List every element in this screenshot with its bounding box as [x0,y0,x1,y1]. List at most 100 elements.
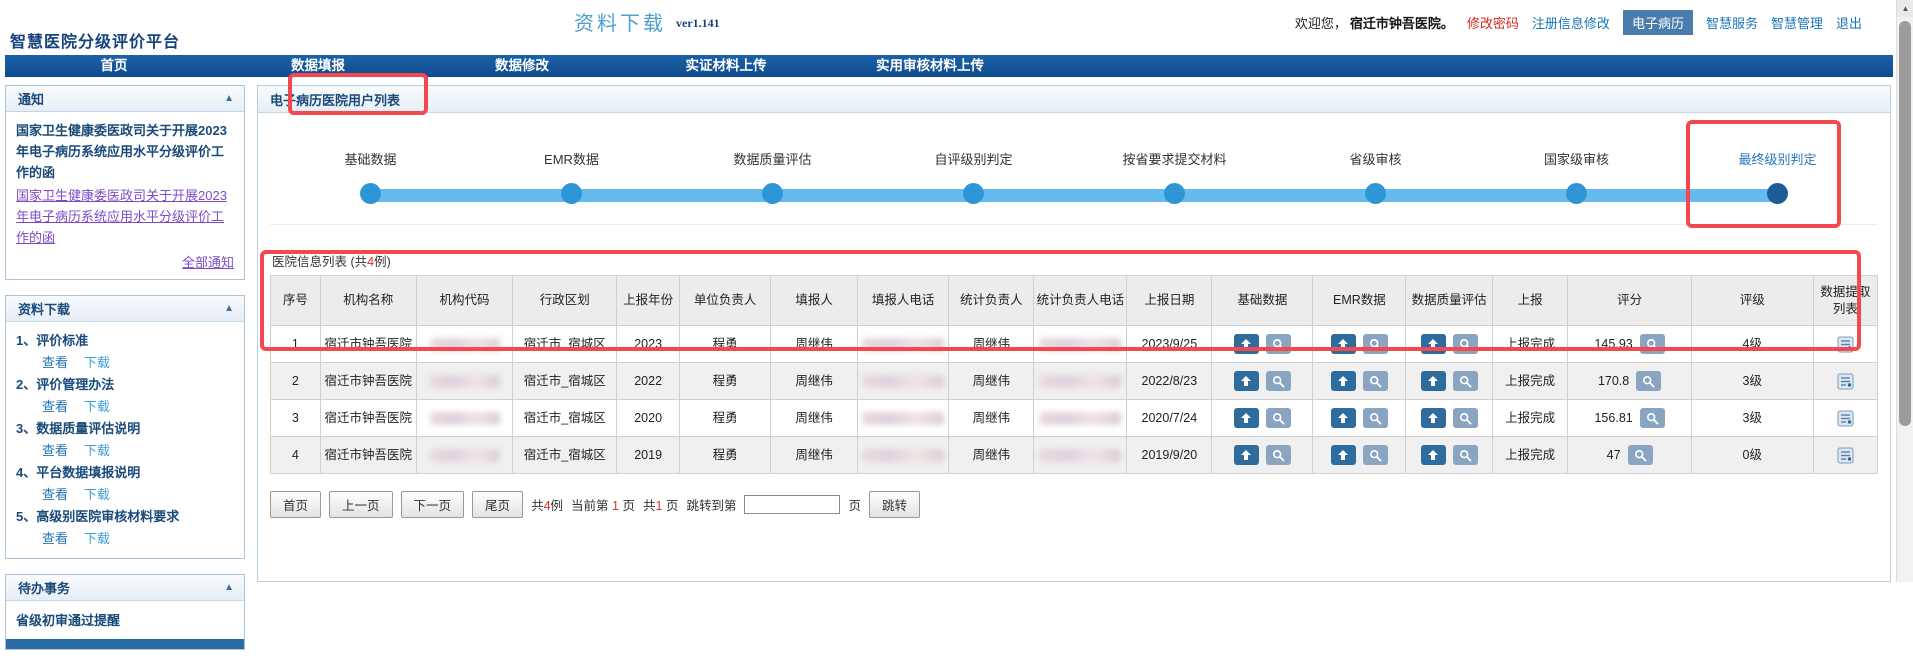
prev-page-button[interactable]: 上一页 [329,491,393,518]
step-7[interactable]: 最终级别判定 [1677,149,1878,224]
view-button[interactable] [1363,334,1388,354]
view-button[interactable] [1266,445,1291,465]
column-header: 上报年份 [617,276,680,326]
todo-panel-header[interactable]: 待办事务 ▲ [6,575,244,601]
download-link[interactable]: 下载 [84,355,110,370]
next-page-button[interactable]: 下一页 [401,491,465,518]
header-link-0[interactable]: 修改密码 [1467,13,1519,32]
cell-quality-eval [1406,326,1493,363]
hospital-table: 序号机构名称机构代码行政区划上报年份单位负责人填报人填报人电话统计负责人统计负责… [270,275,1878,474]
data-extract-icon[interactable] [1837,336,1854,353]
view-link[interactable]: 查看 [42,443,68,458]
upload-button[interactable] [1331,445,1356,465]
nav-bar: 首页数据填报数据修改实证材料上传实用审核材料上传 [5,55,1893,77]
nav-item-1[interactable]: 数据填报 [216,55,420,77]
nav-item-4[interactable]: 实用审核材料上传 [828,55,1032,77]
last-page-button[interactable]: 尾页 [472,491,523,518]
jump-page-input[interactable] [744,495,840,514]
report-icon [1837,447,1854,464]
all-notices-link[interactable]: 全部通知 [182,255,234,270]
nav-item-0[interactable]: 首页 [12,55,216,77]
column-header: 上报日期 [1127,276,1212,326]
data-extract-icon[interactable] [1837,447,1854,464]
magnifier-icon [1459,449,1472,462]
score-view-button[interactable] [1640,334,1665,354]
collapse-caret-icon[interactable]: ▲ [224,93,234,104]
welcome-text: 欢迎您， [1295,13,1347,32]
scroll-up-arrow-icon[interactable]: ▲ [1897,0,1913,17]
first-page-button[interactable]: 首页 [270,491,321,518]
cell-year: 2023 [617,326,680,363]
main-panel-header: 电子病历医院用户列表 [258,86,1890,113]
upload-button[interactable] [1331,371,1356,391]
header-link-5[interactable]: 退出 [1836,13,1862,32]
table-row: 1 宿迁市钟吾医院 宿迁市_宿城区 2023 程勇 周继伟 周继伟 2023/9… [271,326,1878,363]
upload-arrow-icon [1240,375,1252,387]
download-panel-header[interactable]: 资料下载 ▲ [6,296,244,322]
view-link[interactable]: 查看 [42,487,68,502]
view-link[interactable]: 查看 [42,399,68,414]
total-pages-text: 共1 页 [643,495,678,514]
view-button[interactable] [1453,445,1478,465]
upload-button[interactable] [1421,334,1446,354]
upload-button[interactable] [1331,408,1356,428]
nav-item-3[interactable]: 实证材料上传 [624,55,828,77]
cell-reporter-phone [857,363,948,400]
upload-button[interactable] [1234,334,1259,354]
table-row: 2 宿迁市钟吾医院 宿迁市_宿城区 2022 程勇 周继伟 周继伟 2022/8… [271,363,1878,400]
header-link-4[interactable]: 智慧管理 [1771,13,1823,32]
header-link-2[interactable]: 电子病历 [1623,10,1693,35]
main-panel: 电子病历医院用户列表 基础数据 EMR数据 数据质量评估 自评级别判定 按省要求… [257,85,1891,582]
download-link[interactable]: 下载 [84,399,110,414]
vertical-scrollbar[interactable]: ▲ [1896,0,1913,582]
upload-button[interactable] [1331,334,1356,354]
upload-button[interactable] [1421,445,1446,465]
column-header: 单位负责人 [679,276,770,326]
scrollbar-thumb[interactable] [1899,21,1911,426]
view-button[interactable] [1453,334,1478,354]
score-view-button[interactable] [1640,408,1665,428]
score-view-button[interactable] [1636,371,1661,391]
notice-panel-header[interactable]: 通知 ▲ [6,86,244,112]
download-link[interactable]: 下载 [84,443,110,458]
data-extract-icon[interactable] [1837,373,1854,390]
view-button[interactable] [1453,408,1478,428]
score-view-button[interactable] [1628,445,1653,465]
download-link[interactable]: 下载 [84,531,110,546]
nav-item-2[interactable]: 数据修改 [420,55,624,77]
collapse-caret-icon[interactable]: ▲ [224,582,234,593]
upload-button[interactable] [1234,408,1259,428]
view-button[interactable] [1453,371,1478,391]
collapse-caret-icon[interactable]: ▲ [224,303,234,314]
cell-score: 47 [1568,437,1691,474]
view-button[interactable] [1363,371,1388,391]
view-button[interactable] [1266,408,1291,428]
view-button[interactable] [1266,334,1291,354]
data-extract-icon[interactable] [1837,410,1854,427]
header-link-3[interactable]: 智慧服务 [1706,13,1758,32]
download-panel: 资料下载 ▲ 1、评价标准 查看下载 2、评价管理办法 查看下载 3、数据质量评… [5,295,245,559]
view-link[interactable]: 查看 [42,355,68,370]
upload-button[interactable] [1421,408,1446,428]
column-header: 统计负责人电话 [1034,276,1127,326]
header-link-1[interactable]: 注册信息修改 [1532,13,1610,32]
jump-button[interactable]: 跳转 [869,491,920,518]
todo-panel-title: 待办事务 [18,578,70,597]
todo-item[interactable]: 省级初审通过提醒 [16,609,234,631]
cell-org-code [416,400,512,437]
upload-button[interactable] [1234,445,1259,465]
download-link[interactable]: 下载 [84,487,110,502]
cell-basic-data [1212,363,1313,400]
view-button[interactable] [1266,371,1291,391]
magnifier-icon [1459,412,1472,425]
upload-button[interactable] [1234,371,1259,391]
upload-arrow-icon [1337,449,1349,461]
view-button[interactable] [1363,408,1388,428]
column-header: 基础数据 [1212,276,1313,326]
cell-org-code [416,326,512,363]
notice-link[interactable]: 国家卫生健康委医政司关于开展2023年电子病历系统应用水平分级评价工作的函 [16,185,234,248]
view-link[interactable]: 查看 [42,531,68,546]
view-button[interactable] [1363,445,1388,465]
cell-emr-data [1313,437,1406,474]
upload-button[interactable] [1421,371,1446,391]
